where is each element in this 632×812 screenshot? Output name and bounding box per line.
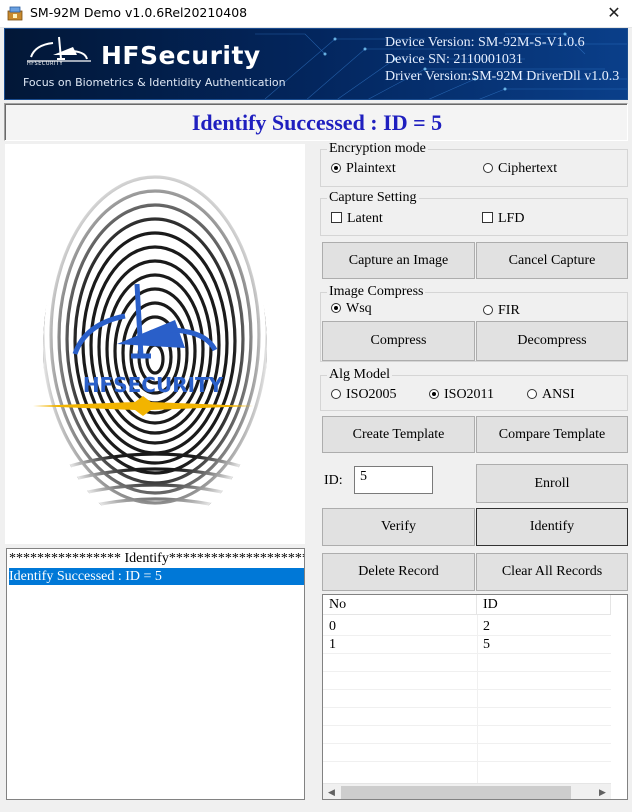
- capture-setting-title: Capture Setting: [327, 190, 419, 206]
- verify-button[interactable]: Verify: [322, 508, 475, 546]
- fir-label: FIR: [498, 303, 520, 318]
- window-title: SM-92M Demo v1.0.6Rel20210408: [30, 5, 248, 20]
- scroll-left-icon[interactable]: ◀: [323, 784, 340, 799]
- clear-all-records-button[interactable]: Clear All Records: [476, 553, 628, 591]
- column-divider: [477, 615, 478, 783]
- latent-checkbox[interactable]: Latent: [331, 211, 383, 227]
- table-cell-id[interactable]: 5: [477, 636, 611, 653]
- iso2011-radio[interactable]: ISO2011: [429, 387, 494, 403]
- iso2005-radio[interactable]: ISO2005: [331, 387, 397, 403]
- encryption-mode-title: Encryption mode: [327, 141, 428, 157]
- log-list[interactable]: **************** Identify***************…: [6, 548, 305, 800]
- radio-icon: [483, 162, 493, 173]
- horizontal-scrollbar[interactable]: ◀ ▶: [323, 783, 611, 799]
- scroll-right-icon[interactable]: ▶: [594, 784, 611, 799]
- logo-wordmark: HFSECURITY: [27, 61, 64, 67]
- fingerprint-drawing: HFSECURITY: [5, 144, 305, 544]
- radio-selected-icon: [331, 162, 341, 173]
- app-icon: [7, 5, 23, 21]
- image-compress-title: Image Compress: [327, 284, 426, 300]
- title-bar: SM-92M Demo v1.0.6Rel20210408 ✕: [0, 0, 632, 28]
- decompress-button[interactable]: Decompress: [476, 321, 628, 361]
- ansi-label: ANSI: [542, 387, 575, 402]
- brand-name: HFSecurity: [101, 41, 261, 70]
- table-cell-no[interactable]: 0: [323, 618, 477, 635]
- watermark-text: HFSECURITY: [83, 373, 224, 397]
- table-cell-no[interactable]: 1: [323, 636, 477, 653]
- iso2011-label: ISO2011: [444, 387, 495, 402]
- row-divider: [323, 671, 611, 672]
- lfd-checkbox[interactable]: LFD: [482, 211, 524, 227]
- ansi-radio[interactable]: ANSI: [527, 387, 575, 403]
- driver-version: Driver Version:SM-92M DriverDll v1.0.3: [385, 69, 620, 84]
- hfsecurity-logo: [25, 35, 95, 76]
- row-divider: [323, 725, 611, 726]
- capture-image-button[interactable]: Capture an Image: [322, 242, 475, 279]
- alg-model-title: Alg Model: [327, 367, 393, 383]
- cancel-capture-button[interactable]: Cancel Capture: [476, 242, 628, 279]
- encryption-mode-group: Encryption mode Plaintext Ciphertext: [320, 141, 628, 187]
- plaintext-radio[interactable]: Plaintext: [331, 161, 396, 177]
- radio-icon: [527, 388, 537, 399]
- compress-button[interactable]: Compress: [322, 321, 475, 361]
- row-divider: [323, 635, 611, 636]
- table-cell-id[interactable]: 2: [477, 618, 611, 635]
- wsq-label: Wsq: [346, 301, 372, 316]
- radio-selected-icon: [429, 388, 439, 399]
- row-divider: [323, 653, 611, 654]
- scroll-thumb[interactable]: [341, 786, 571, 799]
- image-compress-group: Image Compress Wsq FIR Compress Decompre…: [320, 284, 628, 362]
- column-header-no[interactable]: No: [323, 595, 477, 615]
- close-icon[interactable]: ✕: [596, 0, 632, 28]
- records-table[interactable]: No ID 0 2 1 5 ◀ ▶: [322, 594, 628, 800]
- alg-model-group: Alg Model ISO2005 ISO2011 ANSI: [320, 367, 628, 411]
- checkbox-icon: [331, 212, 342, 224]
- log-line-selected[interactable]: Identify Successed : ID = 5: [9, 568, 304, 585]
- lfd-label: LFD: [498, 211, 525, 226]
- status-message: Identify Successed : ID = 5: [191, 110, 443, 135]
- brand-tagline: Focus on Biometrics & Identidity Authent…: [23, 76, 286, 89]
- device-sn: Device SN: 2110001031: [385, 52, 523, 67]
- device-version: Device Version: SM-92M-S-V1.0.6: [385, 35, 585, 50]
- row-divider: [323, 689, 611, 690]
- checkbox-icon: [482, 212, 493, 224]
- latent-label: Latent: [347, 211, 383, 226]
- radio-selected-icon: [331, 302, 341, 313]
- fingerprint-image: HFSECURITY: [5, 144, 305, 544]
- column-header-id[interactable]: ID: [477, 595, 611, 615]
- ciphertext-label: Ciphertext: [498, 161, 558, 176]
- row-divider: [323, 761, 611, 762]
- id-input[interactable]: 5: [354, 466, 433, 494]
- ciphertext-radio[interactable]: Ciphertext: [483, 161, 557, 177]
- enroll-button[interactable]: Enroll: [476, 464, 628, 503]
- log-line[interactable]: **************** Identify***************…: [9, 550, 304, 567]
- header-banner: HFSECURITY HFSecurity Focus on Biometric…: [4, 28, 628, 100]
- row-divider: [323, 707, 611, 708]
- radio-icon: [331, 388, 341, 399]
- delete-record-button[interactable]: Delete Record: [322, 553, 475, 591]
- compare-template-button[interactable]: Compare Template: [476, 416, 628, 453]
- radio-icon: [483, 304, 493, 315]
- identify-button[interactable]: Identify: [476, 508, 628, 546]
- status-panel: Identify Successed : ID = 5: [4, 103, 628, 141]
- fir-radio[interactable]: FIR: [483, 303, 520, 319]
- row-divider: [323, 743, 611, 744]
- id-label: ID:: [324, 473, 343, 488]
- scroll-gutter: [611, 595, 627, 799]
- capture-setting-group: Capture Setting Latent LFD: [320, 190, 628, 236]
- create-template-button[interactable]: Create Template: [322, 416, 475, 453]
- iso2005-label: ISO2005: [346, 387, 397, 402]
- plaintext-label: Plaintext: [346, 161, 396, 176]
- wsq-radio[interactable]: Wsq: [331, 301, 372, 317]
